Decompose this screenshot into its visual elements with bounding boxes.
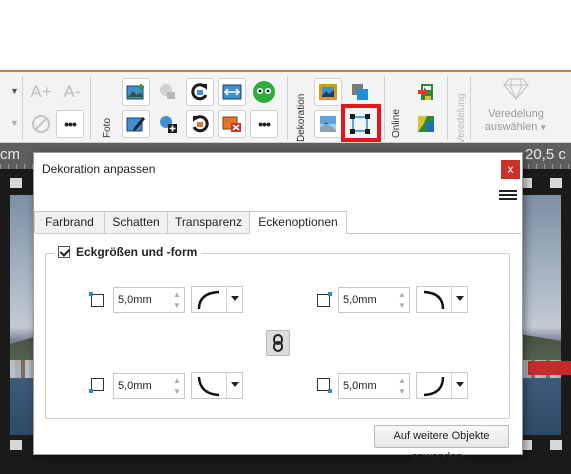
- corner-options-highlight: [341, 104, 381, 142]
- photo-more-button[interactable]: •••: [250, 110, 278, 138]
- chevron-down-icon: [456, 382, 464, 387]
- corner-enable-checkbox[interactable]: [58, 246, 70, 258]
- top-right-size-value: 5,0mm: [343, 294, 377, 306]
- round-corner-bottom-right-icon: [423, 376, 445, 397]
- round-corner-bottom-left-icon: [197, 376, 220, 397]
- spinner-up-icon[interactable]: ▲: [173, 377, 181, 385]
- frame-icon: [319, 84, 337, 100]
- bottom-left-corner-icon: [89, 376, 105, 393]
- top-right-size-spinner[interactable]: 5,0mm ▲ ▼: [338, 287, 410, 313]
- chevron-down-icon: [231, 296, 239, 301]
- chevron-down-icon: [456, 296, 464, 301]
- rotate-right-icon: [192, 115, 209, 133]
- online-upload-icon: [418, 84, 433, 100]
- ruler-unit-left: cm: [0, 146, 20, 163]
- red-boat: [528, 361, 571, 375]
- corner-group-header: Eckgrößen und -form: [54, 245, 202, 259]
- rotate-left-icon: [191, 83, 208, 101]
- spinner-down-icon[interactable]: ▼: [398, 302, 406, 310]
- spinner-up-icon[interactable]: ▲: [173, 291, 181, 299]
- corner-options-panel: Eckgrößen und -form 5,0mm ▲ ▼ 5,0mm ▲ ▼: [35, 233, 521, 463]
- bottom-right-size-value: 5,0mm: [343, 380, 377, 392]
- spinner-down-icon[interactable]: ▼: [398, 388, 406, 396]
- veredelung-select-button[interactable]: Veredelung auswählen ▼: [475, 76, 557, 138]
- top-left-size-spinner[interactable]: 5,0mm ▲ ▼: [113, 287, 185, 313]
- redeye-icon: [253, 81, 275, 103]
- top-left-size-value: 5,0mm: [118, 294, 152, 306]
- bottom-left-shape-dropdown[interactable]: [191, 372, 243, 399]
- tab-transparenz[interactable]: Transparenz: [167, 211, 250, 233]
- edit-photo-button[interactable]: [122, 110, 150, 138]
- corner-group-label: Eckgrößen und -form: [76, 245, 198, 259]
- group-label-foto: Foto: [102, 117, 113, 138]
- online-map-button[interactable]: [412, 110, 440, 138]
- round-corner-top-left-icon: [197, 290, 220, 310]
- bottom-right-shape-dropdown[interactable]: [416, 372, 468, 399]
- edit-photo-icon: [126, 117, 145, 132]
- spinner-down-icon[interactable]: ▼: [173, 388, 181, 396]
- no-entry-icon: [32, 115, 50, 133]
- ruler-value-right: 20,5 c: [525, 146, 566, 163]
- veredelung-line1: Veredelung: [488, 108, 544, 120]
- chevron-down-icon: ▼: [539, 123, 548, 132]
- redeye-button[interactable]: [250, 78, 278, 106]
- diamond-icon: [503, 78, 529, 101]
- font-grow-button[interactable]: A+: [27, 78, 55, 106]
- font-shrink-button[interactable]: A-: [58, 78, 86, 106]
- shadow-button[interactable]: [346, 78, 374, 106]
- bottom-left-size-value: 5,0mm: [118, 380, 152, 392]
- link-corners-button[interactable]: [266, 330, 290, 356]
- map-icon: [418, 116, 434, 132]
- top-right-corner-icon: [315, 292, 332, 308]
- transparency-icon: [320, 116, 336, 132]
- transparency-button[interactable]: [314, 110, 342, 138]
- tab-farbrand[interactable]: Farbrand: [34, 211, 105, 233]
- flip-photo-button[interactable]: [218, 78, 246, 106]
- rotate-left-button[interactable]: [186, 78, 214, 106]
- tab-schatten[interactable]: Schatten: [104, 211, 168, 233]
- top-left-shape-dropdown[interactable]: [191, 286, 243, 313]
- hamburger-menu-icon[interactable]: [499, 190, 517, 202]
- add-shape-icon: [160, 116, 177, 133]
- replace-photo-button[interactable]: [154, 78, 182, 106]
- rotate-right-button[interactable]: [186, 110, 214, 138]
- spinner-up-icon[interactable]: ▲: [398, 291, 406, 299]
- veredelung-line2: auswählen ▼: [484, 121, 548, 133]
- group-label-online: Online: [391, 109, 402, 138]
- add-shape-button[interactable]: [154, 110, 182, 138]
- online-upload-button[interactable]: [412, 78, 440, 106]
- flip-icon: [222, 84, 242, 100]
- shapes-gray-icon: [160, 84, 175, 99]
- apply-to-other-objects-button[interactable]: Auf weitere Objekte anwenden...: [374, 425, 509, 463]
- close-button[interactable]: x: [501, 160, 520, 179]
- shadow-icon: [352, 84, 368, 100]
- group-label-dekoration: Dekoration: [296, 93, 307, 142]
- top-left-corner-icon: [89, 292, 105, 308]
- delete-photo-button[interactable]: [218, 110, 246, 138]
- round-corner-top-right-icon: [423, 290, 445, 310]
- filmstrip-right: [561, 195, 571, 435]
- spinner-down-icon[interactable]: ▼: [173, 302, 181, 310]
- dropdown-caret-icon[interactable]: ▼: [10, 118, 19, 128]
- bottom-left-size-spinner[interactable]: 5,0mm ▲ ▼: [113, 373, 185, 399]
- tab-eckenoptionen[interactable]: Eckenoptionen: [249, 211, 347, 234]
- top-right-shape-dropdown[interactable]: [416, 286, 468, 313]
- delete-photo-icon: [222, 116, 241, 132]
- photo-icon: [126, 84, 144, 100]
- chain-link-icon: [273, 334, 283, 352]
- dialog-title: Dekoration anpassen: [42, 162, 156, 176]
- no-entry-button[interactable]: [27, 110, 55, 138]
- bottom-right-corner-icon: [315, 376, 332, 393]
- filmstrip-left: [0, 195, 10, 435]
- decoration-dialog: Dekoration anpassen x Farbrand Schatten …: [33, 152, 523, 463]
- spinner-up-icon[interactable]: ▲: [398, 377, 406, 385]
- group-label-veredelung: Veredelung: [456, 93, 467, 144]
- dropdown-caret-icon[interactable]: ▼: [10, 86, 19, 96]
- bottom-right-size-spinner[interactable]: 5,0mm ▲ ▼: [338, 373, 410, 399]
- insert-photo-button[interactable]: [122, 78, 150, 106]
- more-options-button[interactable]: •••: [56, 110, 84, 138]
- frame-button[interactable]: [314, 78, 342, 106]
- chevron-down-icon: [231, 382, 239, 387]
